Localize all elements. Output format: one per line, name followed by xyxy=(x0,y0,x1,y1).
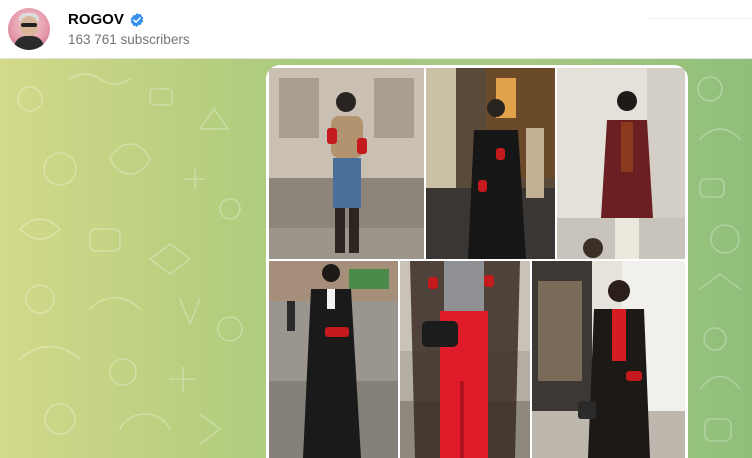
post-photo-1[interactable] xyxy=(269,68,424,259)
channel-avatar[interactable] xyxy=(8,8,50,50)
post-photo-5[interactable] xyxy=(400,261,530,458)
channel-header: ROGOV 163 761 subscribers xyxy=(0,0,752,59)
verified-badge-icon xyxy=(130,12,144,27)
post-photo-4[interactable] xyxy=(269,261,398,458)
photo-5-image xyxy=(400,261,530,458)
post-photo-2[interactable] xyxy=(426,68,555,259)
photo-3-image xyxy=(557,68,685,259)
post-photo-3[interactable] xyxy=(557,68,685,259)
channel-name[interactable]: ROGOV xyxy=(68,11,124,28)
post-photo-6[interactable] xyxy=(532,261,685,458)
photo-1-image xyxy=(269,68,424,259)
header-divider xyxy=(648,18,752,19)
photo-4-image xyxy=(269,261,398,458)
photo-6-image xyxy=(532,261,685,458)
avatar-glasses xyxy=(21,23,37,27)
message-bubble[interactable] xyxy=(266,65,688,458)
subscriber-count: 163 761 subscribers xyxy=(68,32,190,47)
avatar-body xyxy=(14,36,44,50)
photo-2-image xyxy=(426,68,555,259)
chat-area[interactable] xyxy=(0,59,752,458)
channel-title-row[interactable]: ROGOV xyxy=(68,11,145,28)
